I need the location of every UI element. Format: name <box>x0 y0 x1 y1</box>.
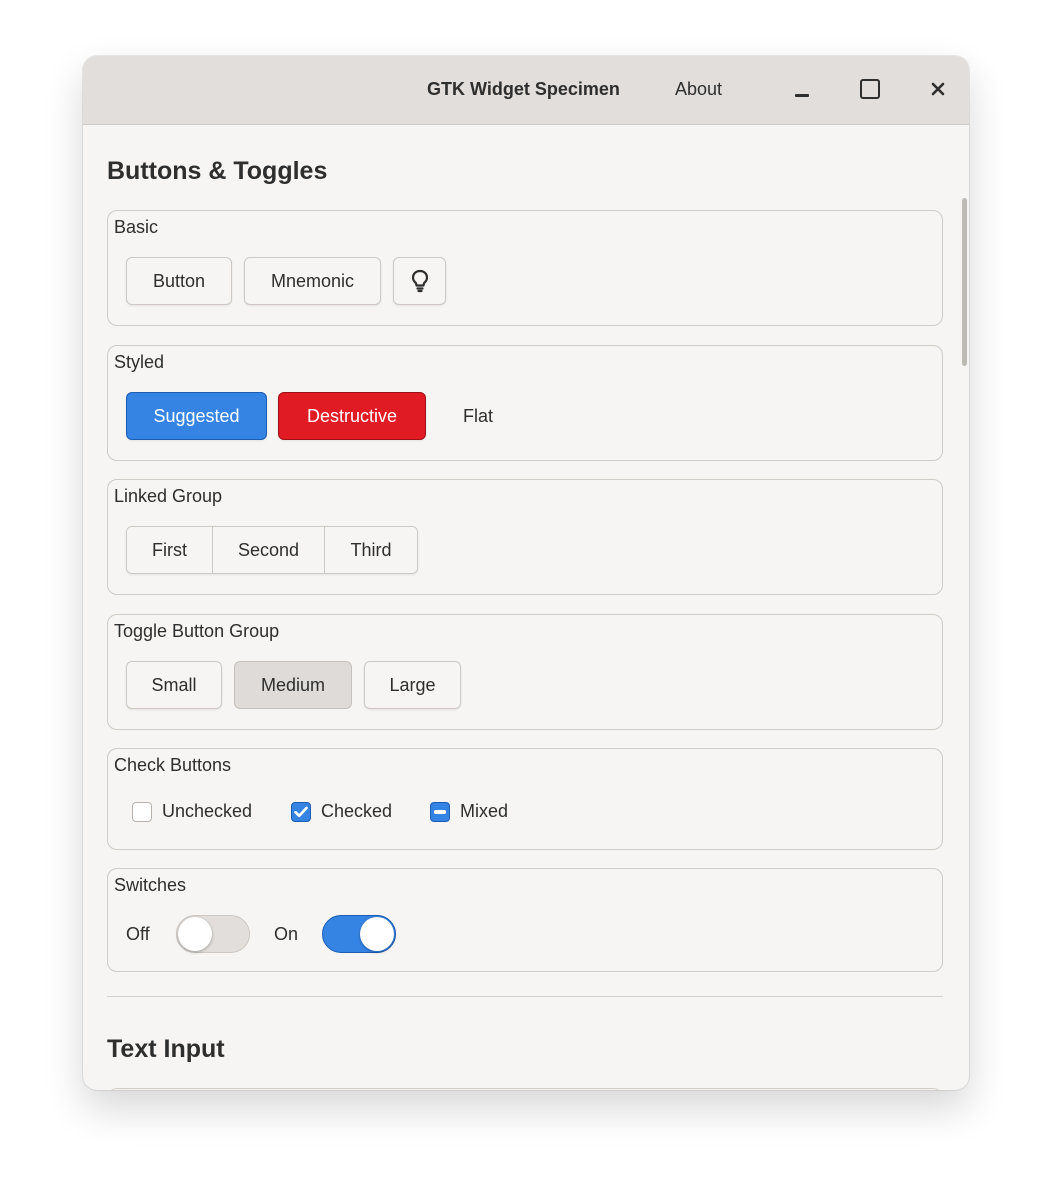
toggle-medium-button[interactable]: Medium <box>234 661 352 709</box>
flat-button[interactable]: Flat <box>438 392 518 440</box>
destructive-button[interactable]: Destructive <box>278 392 426 440</box>
frame-check-buttons: Check Buttons Unchecked Checked Mixed <box>107 748 943 850</box>
checkbox-unchecked-indicator[interactable] <box>132 801 152 822</box>
checkbox-mixed-indicator[interactable] <box>430 801 450 822</box>
switch-on-label: On <box>274 924 299 944</box>
toggle-small-button[interactable]: Small <box>126 661 222 709</box>
section-separator <box>107 996 943 997</box>
frame-label-linked-group: Linked Group <box>114 486 223 506</box>
scrolled-content[interactable]: Buttons & Toggles Basic Button Mnemonic … <box>83 125 969 1090</box>
button-button[interactable]: Button <box>126 257 232 305</box>
frame-label-check-buttons: Check Buttons <box>114 755 232 775</box>
frame-label-styled: Styled <box>114 352 165 372</box>
minimize-icon <box>795 93 809 97</box>
toggle-large-button[interactable]: Large <box>364 661 461 709</box>
maximize-icon <box>860 79 880 99</box>
checkmark-icon <box>294 806 308 817</box>
check-checked-label: Checked <box>321 801 393 821</box>
check-unchecked-label: Unchecked <box>162 801 253 821</box>
lightbulb-icon <box>411 269 428 293</box>
frame-linked-group: Linked Group First Second Third <box>107 479 943 595</box>
switch-off[interactable] <box>176 915 250 953</box>
linked-first-button[interactable]: First <box>127 527 212 573</box>
minimize-button[interactable] <box>785 72 819 106</box>
vertical-scrollbar[interactable] <box>962 198 967 366</box>
check-checked[interactable]: Checked <box>291 801 392 822</box>
header-bar: GTK Widget Specimen About <box>83 56 969 125</box>
about-button[interactable]: About <box>659 70 738 108</box>
frame-text-input-partial <box>107 1088 943 1090</box>
suggested-button[interactable]: Suggested <box>126 392 267 440</box>
check-unchecked[interactable]: Unchecked <box>132 801 252 822</box>
window-title: GTK Widget Specimen <box>427 79 620 99</box>
icon-button[interactable] <box>393 257 446 305</box>
mnemonic-button[interactable]: Mnemonic <box>244 257 381 305</box>
close-icon <box>931 82 945 96</box>
check-mixed[interactable]: Mixed <box>430 801 508 822</box>
switch-on[interactable] <box>322 915 396 953</box>
frame-switches: Switches Off On <box>107 868 943 972</box>
frame-toggle-button-group: Toggle Button Group Small Medium Large <box>107 614 943 730</box>
app-window: GTK Widget Specimen About Buttons & Togg… <box>83 56 969 1090</box>
checkbox-checked-indicator[interactable] <box>291 801 311 822</box>
close-button[interactable] <box>921 72 955 106</box>
frame-label-toggle-group: Toggle Button Group <box>114 621 280 641</box>
switch-on-knob <box>360 917 394 951</box>
maximize-button[interactable] <box>853 72 887 106</box>
switch-off-knob <box>178 917 212 951</box>
frame-styled: Styled Suggested Destructive Flat <box>107 345 943 461</box>
linked-third-button[interactable]: Third <box>324 527 417 573</box>
linked-second-button[interactable]: Second <box>212 527 324 573</box>
frame-label-switches: Switches <box>114 875 187 895</box>
frame-basic: Basic Button Mnemonic <box>107 210 943 326</box>
linked-button-group: First Second Third <box>126 526 418 574</box>
frame-label-basic: Basic <box>114 217 159 237</box>
check-mixed-label: Mixed <box>460 801 509 821</box>
section-title-buttons-toggles: Buttons & Toggles <box>107 157 328 185</box>
switch-off-label: Off <box>126 924 150 944</box>
section-title-text-input: Text Input <box>107 1035 225 1063</box>
dash-icon <box>434 809 446 814</box>
